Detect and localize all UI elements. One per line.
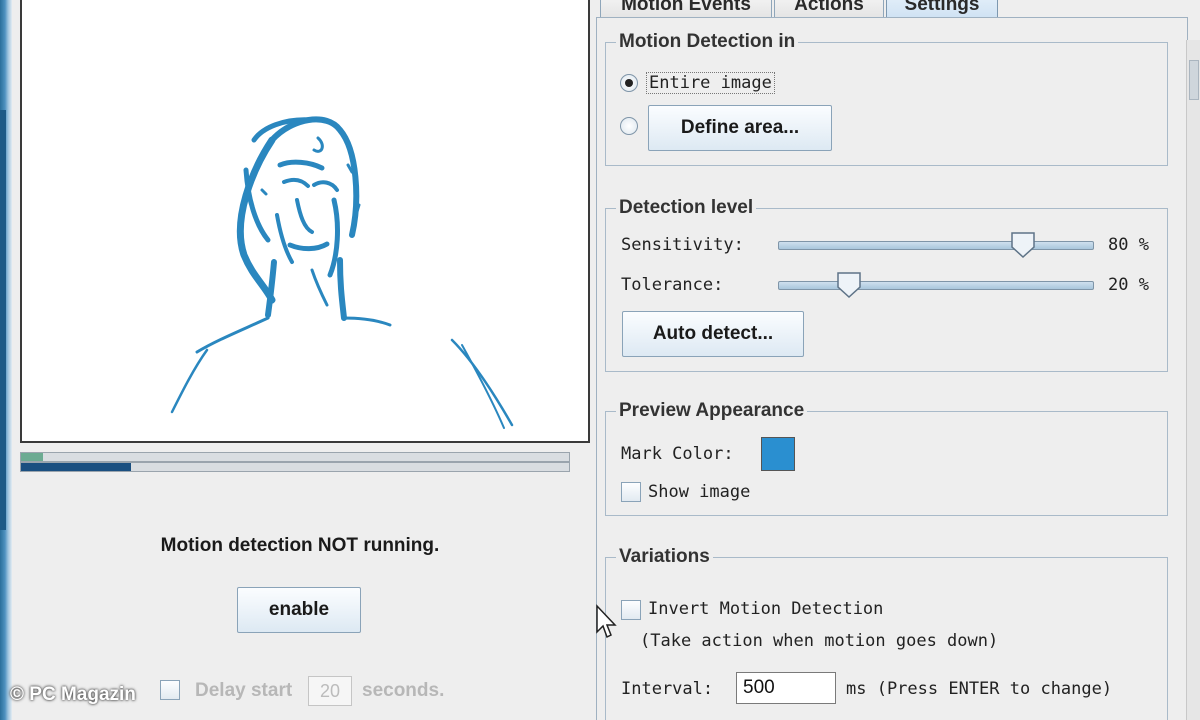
delay-start-label: Delay start: [195, 680, 293, 701]
detection-status-text: Motion detection NOT running.: [160, 535, 440, 556]
group-title: Variations: [616, 546, 713, 568]
group-title: Motion Detection in: [616, 31, 799, 53]
group-title: Detection level: [616, 197, 757, 219]
invert-motion-label: Invert Motion Detection: [648, 599, 884, 619]
delay-start-checkbox[interactable]: [160, 680, 180, 700]
tolerance-label: Tolerance:: [621, 275, 724, 295]
tolerance-slider[interactable]: [778, 281, 1094, 290]
enable-button[interactable]: enable: [237, 587, 361, 633]
window-edge-accent: [0, 110, 6, 530]
radio-entire-image-label[interactable]: Entire image: [646, 72, 775, 94]
activity-meter-top: [20, 452, 570, 462]
tolerance-value: 20 %: [1108, 275, 1149, 295]
show-image-checkbox[interactable]: [621, 482, 641, 502]
group-title: Preview Appearance: [616, 400, 808, 422]
show-image-label: Show image: [648, 482, 751, 502]
mark-color-swatch[interactable]: [761, 437, 795, 471]
invert-motion-checkbox[interactable]: [621, 600, 641, 620]
activity-meter-bottom: [20, 462, 570, 472]
sensitivity-label: Sensitivity:: [621, 235, 744, 255]
mouse-cursor-icon: [596, 604, 617, 639]
tab-actions[interactable]: Actions: [774, 0, 884, 18]
mark-color-label: Mark Color:: [621, 444, 734, 464]
interval-label: Interval:: [621, 679, 714, 699]
watermark: © PC Magazin: [10, 684, 136, 705]
motion-preview: [20, 0, 590, 443]
radio-define-area[interactable]: [620, 117, 638, 135]
activity-meter-bottom-fill: [21, 463, 131, 471]
auto-detect-button[interactable]: Auto detect...: [622, 311, 804, 357]
scroll-thumb-icon[interactable]: [1189, 60, 1199, 100]
sensitivity-value: 80 %: [1108, 235, 1149, 255]
sensitivity-slider[interactable]: [778, 241, 1094, 250]
radio-entire-image[interactable]: [620, 74, 638, 92]
delay-seconds-unit: seconds.: [362, 680, 445, 701]
interval-input[interactable]: 500: [736, 672, 836, 704]
tab-settings[interactable]: Settings: [886, 0, 998, 18]
delay-seconds-input[interactable]: 20: [308, 676, 352, 706]
sensitivity-slider-thumb-icon[interactable]: [1010, 231, 1036, 259]
activity-meter-top-fill: [21, 453, 43, 461]
motion-silhouette-image: [170, 116, 514, 429]
interval-unit-hint: ms (Press ENTER to change): [846, 679, 1113, 699]
tab-motion-events[interactable]: Motion Events: [600, 0, 772, 18]
invert-motion-hint: (Take action when motion goes down): [640, 631, 999, 651]
tolerance-slider-thumb-icon[interactable]: [836, 271, 862, 299]
define-area-button[interactable]: Define area...: [648, 105, 832, 151]
settings-scrollbar[interactable]: [1186, 40, 1200, 720]
